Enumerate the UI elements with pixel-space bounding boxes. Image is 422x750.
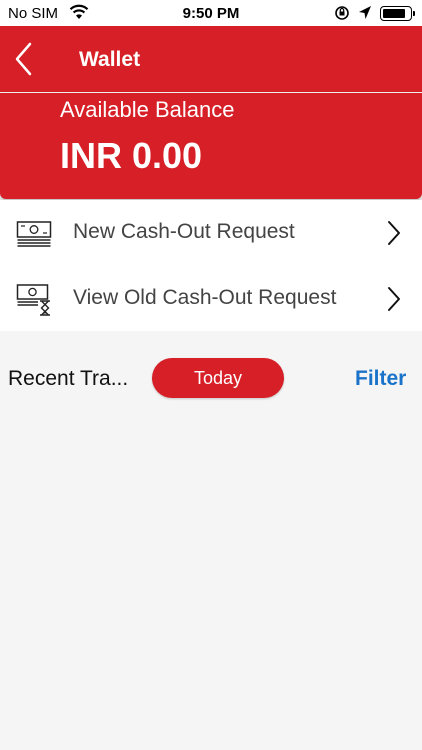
cash-stack-icon (16, 221, 52, 247)
new-cashout-request-label: New Cash-Out Request (73, 220, 295, 243)
chevron-left-icon[interactable] (12, 42, 36, 76)
view-old-cashout-request-item[interactable]: View Old Cash-Out Request (0, 266, 422, 331)
battery-icon (380, 6, 415, 21)
nav-bar: Wallet (0, 26, 422, 92)
chevron-right-icon (388, 221, 400, 245)
new-cashout-request-item[interactable]: New Cash-Out Request (0, 200, 422, 265)
balance-amount: INR 0.00 (60, 135, 203, 176)
balance-label: Available Balance (60, 97, 235, 122)
page-title: Wallet (79, 48, 141, 71)
balance-card: Available Balance INR 0.00 (0, 93, 422, 199)
chevron-right-icon (388, 287, 400, 311)
location-arrow-icon (359, 6, 371, 19)
recent-transactions-bar: Recent Tra... Today Filter (0, 350, 422, 406)
today-button[interactable]: Today (152, 358, 284, 398)
recent-transactions-label: Recent Tra... (8, 367, 129, 390)
view-old-cashout-request-label: View Old Cash-Out Request (73, 286, 337, 309)
status-bar: No SIM 9:50 PM (0, 0, 422, 26)
cashout-menu: New Cash-Out Request View Old Cash-Out R… (0, 200, 422, 331)
filter-button[interactable]: Filter (355, 367, 406, 391)
cash-history-icon (16, 284, 50, 316)
rotation-lock-icon (335, 6, 349, 20)
